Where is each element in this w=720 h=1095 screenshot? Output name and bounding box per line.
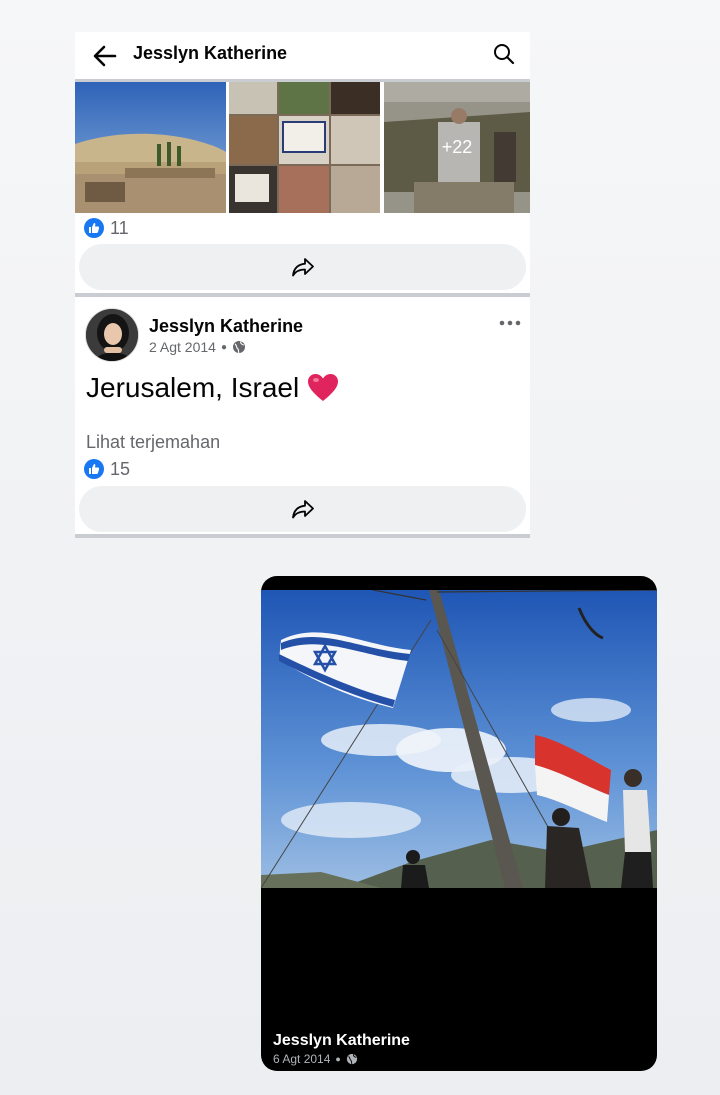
like-count: 15: [110, 458, 131, 479]
globe-icon: [233, 341, 245, 354]
profile-feed-card: Jesslyn Katherine +22 11 Jesslyn Katheri…: [75, 32, 530, 538]
reaction-summary[interactable]: 11: [84, 217, 129, 239]
like-icon: [84, 459, 104, 479]
more-photos-count: +22: [384, 82, 530, 213]
post-author[interactable]: Jesslyn Katherine: [149, 316, 303, 337]
avatar[interactable]: [85, 308, 139, 362]
arrow-left-icon[interactable]: [91, 42, 119, 70]
page-title: Jesslyn Katherine: [133, 43, 288, 63]
album-photo[interactable]: [229, 82, 380, 213]
separator-dot: ●: [220, 341, 227, 353]
share-icon: [291, 500, 314, 519]
viewer-photo[interactable]: [261, 590, 657, 888]
share-icon: [291, 258, 314, 277]
post-text: Jerusalem, Israel: [86, 372, 339, 404]
like-icon: [84, 218, 104, 238]
separator-dot: ●: [335, 1054, 341, 1064]
top-bar: Jesslyn Katherine: [75, 32, 530, 80]
reaction-summary[interactable]: 15: [84, 458, 130, 480]
divider: [75, 293, 530, 297]
viewer-meta: 6 Agt 2014 ●: [273, 1052, 358, 1066]
globe-icon: [346, 1053, 357, 1065]
viewer-author[interactable]: Jesslyn Katherine: [273, 1032, 410, 1050]
see-translation-link[interactable]: Lihat terjemahan: [86, 432, 220, 453]
album-photo[interactable]: [75, 82, 226, 213]
more-options-icon[interactable]: [499, 318, 521, 328]
album-photo-grid: +22: [75, 82, 530, 213]
photo-viewer-card: Jesslyn Katherine 6 Agt 2014 ●: [261, 576, 657, 1071]
album-photo-more[interactable]: +22: [384, 82, 530, 213]
share-button[interactable]: [79, 244, 526, 290]
heart-icon: [308, 374, 339, 401]
like-count: 11: [110, 217, 129, 238]
share-button[interactable]: [79, 486, 526, 532]
post-text-content: Jerusalem, Israel: [86, 372, 300, 403]
divider: [75, 534, 530, 538]
post-date[interactable]: 2 Agt 2014: [149, 339, 216, 355]
search-icon[interactable]: [492, 42, 516, 66]
post-meta: 2 Agt 2014 ●: [149, 339, 246, 355]
viewer-date[interactable]: 6 Agt 2014: [273, 1052, 330, 1066]
